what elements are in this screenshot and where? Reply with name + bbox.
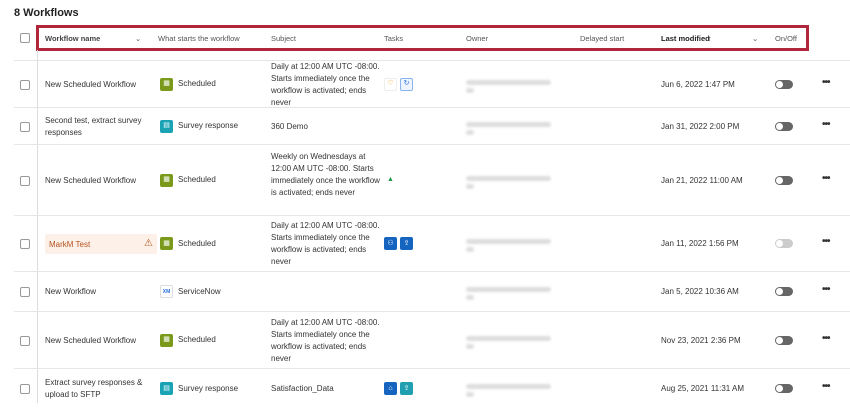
owner-blurred [466, 236, 556, 255]
last-modified: Jun 6, 2022 1:47 PM [661, 79, 735, 89]
workflow-name[interactable]: New Workflow [45, 286, 150, 298]
owner-blurred [466, 119, 556, 138]
last-modified: Jan 11, 2022 1:56 PM [661, 239, 739, 248]
task-icon: ▲ [384, 173, 397, 187]
row-checkbox[interactable] [20, 239, 30, 249]
clipboard-icon: ▤ [160, 119, 173, 133]
table-row[interactable]: MarkM Test ⚠ ▦ Scheduled Daily at 12:00 AM… [14, 215, 850, 271]
owner-blurred [466, 333, 556, 352]
subject: 360 Demo [271, 121, 308, 131]
last-modified: Jan 21, 2022 11:00 AM [661, 175, 743, 185]
on-off-toggle[interactable] [775, 239, 793, 248]
tasks: ♡ ↻ [384, 77, 413, 91]
table-row[interactable]: New Scheduled Workflow ▦ Scheduled Daily … [14, 60, 850, 107]
workflow-name[interactable]: Second test, extract survey responses [45, 115, 150, 139]
tasks: ⚇ ⇪ [384, 237, 413, 250]
more-options-icon[interactable]: ••• [822, 236, 830, 247]
more-options-icon[interactable]: ••• [822, 173, 830, 184]
on-off-toggle[interactable] [775, 335, 793, 345]
warning-icon: ⚠ [144, 238, 153, 249]
calendar-icon: ▦ [160, 173, 173, 187]
owner-blurred [466, 77, 556, 96]
more-options-icon[interactable]: ••• [822, 333, 830, 344]
trigger-label: Survey response [178, 383, 239, 393]
tasks: ▲ [384, 173, 397, 187]
subject: Daily at 12:00 AM UTC -08:00. Starts imm… [271, 61, 380, 107]
workflow-name[interactable]: MarkM Test [49, 239, 90, 249]
table-row[interactable]: Second test, extract survey responses ▤ S… [14, 107, 850, 144]
owner-blurred [466, 173, 556, 192]
on-off-toggle[interactable] [775, 79, 793, 89]
table-row[interactable]: New Scheduled Workflow ▦ Scheduled Daily … [14, 311, 850, 368]
trigger-label: Scheduled [178, 79, 216, 88]
trigger: ▤ Survey response [160, 382, 238, 395]
task-icon: ♡ [384, 77, 397, 91]
header-highlight-box [36, 25, 809, 51]
task-icon: ⚇ [384, 237, 397, 250]
task-icon: ⇪ [400, 382, 413, 395]
on-off-toggle[interactable] [775, 121, 793, 131]
workflow-name[interactable]: New Scheduled Workflow [45, 335, 150, 347]
trigger: ▦ Scheduled [160, 77, 216, 91]
task-icon: ⌂ [384, 382, 397, 395]
trigger-label: Scheduled [178, 238, 216, 248]
row-checkbox[interactable] [20, 79, 30, 90]
row-checkbox[interactable] [20, 175, 30, 186]
select-all-checkbox[interactable] [20, 33, 30, 43]
on-off-toggle[interactable] [775, 384, 793, 393]
xm-logo-icon: XM [160, 285, 173, 298]
last-modified: Aug 25, 2021 11:31 AM [661, 384, 745, 393]
trigger-label: Survey response [178, 121, 239, 130]
more-options-icon[interactable]: ••• [822, 77, 830, 88]
trigger: XM ServiceNow [160, 285, 221, 298]
more-options-icon[interactable]: ••• [822, 119, 830, 130]
last-modified: Jan 5, 2022 10:36 AM [661, 287, 739, 296]
subject: Daily at 12:00 AM UTC -08:00. Starts imm… [271, 317, 380, 363]
task-icon: ↻ [400, 77, 413, 91]
workflow-count: 8 Workflows [14, 7, 79, 19]
trigger: ▦ Scheduled [160, 173, 216, 187]
owner-blurred [466, 284, 556, 303]
last-modified: Nov 23, 2021 2:36 PM [661, 335, 741, 345]
table-row[interactable]: New Workflow XM ServiceNow Jan 5, 2022 10… [14, 271, 850, 311]
workflow-name-warning[interactable]: MarkM Test ⚠ [45, 234, 157, 254]
trigger: ▦ Scheduled [160, 237, 216, 250]
calendar-icon: ▦ [160, 333, 173, 347]
clipboard-icon: ▤ [160, 382, 173, 395]
calendar-icon: ▦ [160, 237, 173, 250]
last-modified: Jan 31, 2022 2:00 PM [661, 121, 740, 131]
subject: Weekly on Wednesdays at 12:00 AM UTC -08… [271, 151, 380, 197]
row-checkbox[interactable] [20, 287, 30, 297]
on-off-toggle[interactable] [775, 287, 793, 296]
trigger-label: Scheduled [178, 335, 216, 344]
table-row[interactable]: Extract survey responses & upload to SFT… [14, 368, 850, 408]
trigger: ▤ Survey response [160, 119, 239, 133]
subject: Satisfaction_Data [271, 384, 334, 393]
tasks: ⌂ ⇪ [384, 382, 413, 395]
subject: Daily at 12:00 AM UTC -08:00. Starts imm… [271, 221, 380, 266]
workflow-name[interactable]: Extract survey responses & upload to SFT… [45, 377, 150, 401]
calendar-icon: ▦ [160, 77, 173, 91]
row-checkbox[interactable] [20, 335, 30, 346]
workflow-name[interactable]: New Scheduled Workflow [45, 79, 150, 91]
table-row[interactable]: New Scheduled Workflow ▦ Scheduled Weekly… [14, 144, 850, 215]
more-options-icon[interactable]: ••• [822, 381, 830, 392]
task-icon: ⇪ [400, 237, 413, 250]
trigger: ▦ Scheduled [160, 333, 216, 347]
owner-blurred [466, 381, 556, 400]
trigger-label: Scheduled [178, 175, 216, 184]
on-off-toggle[interactable] [775, 175, 793, 185]
more-options-icon[interactable]: ••• [822, 284, 830, 295]
workflow-name[interactable]: New Scheduled Workflow [45, 175, 150, 187]
row-checkbox[interactable] [20, 121, 30, 132]
trigger-label: ServiceNow [178, 286, 221, 296]
row-checkbox[interactable] [20, 384, 30, 394]
